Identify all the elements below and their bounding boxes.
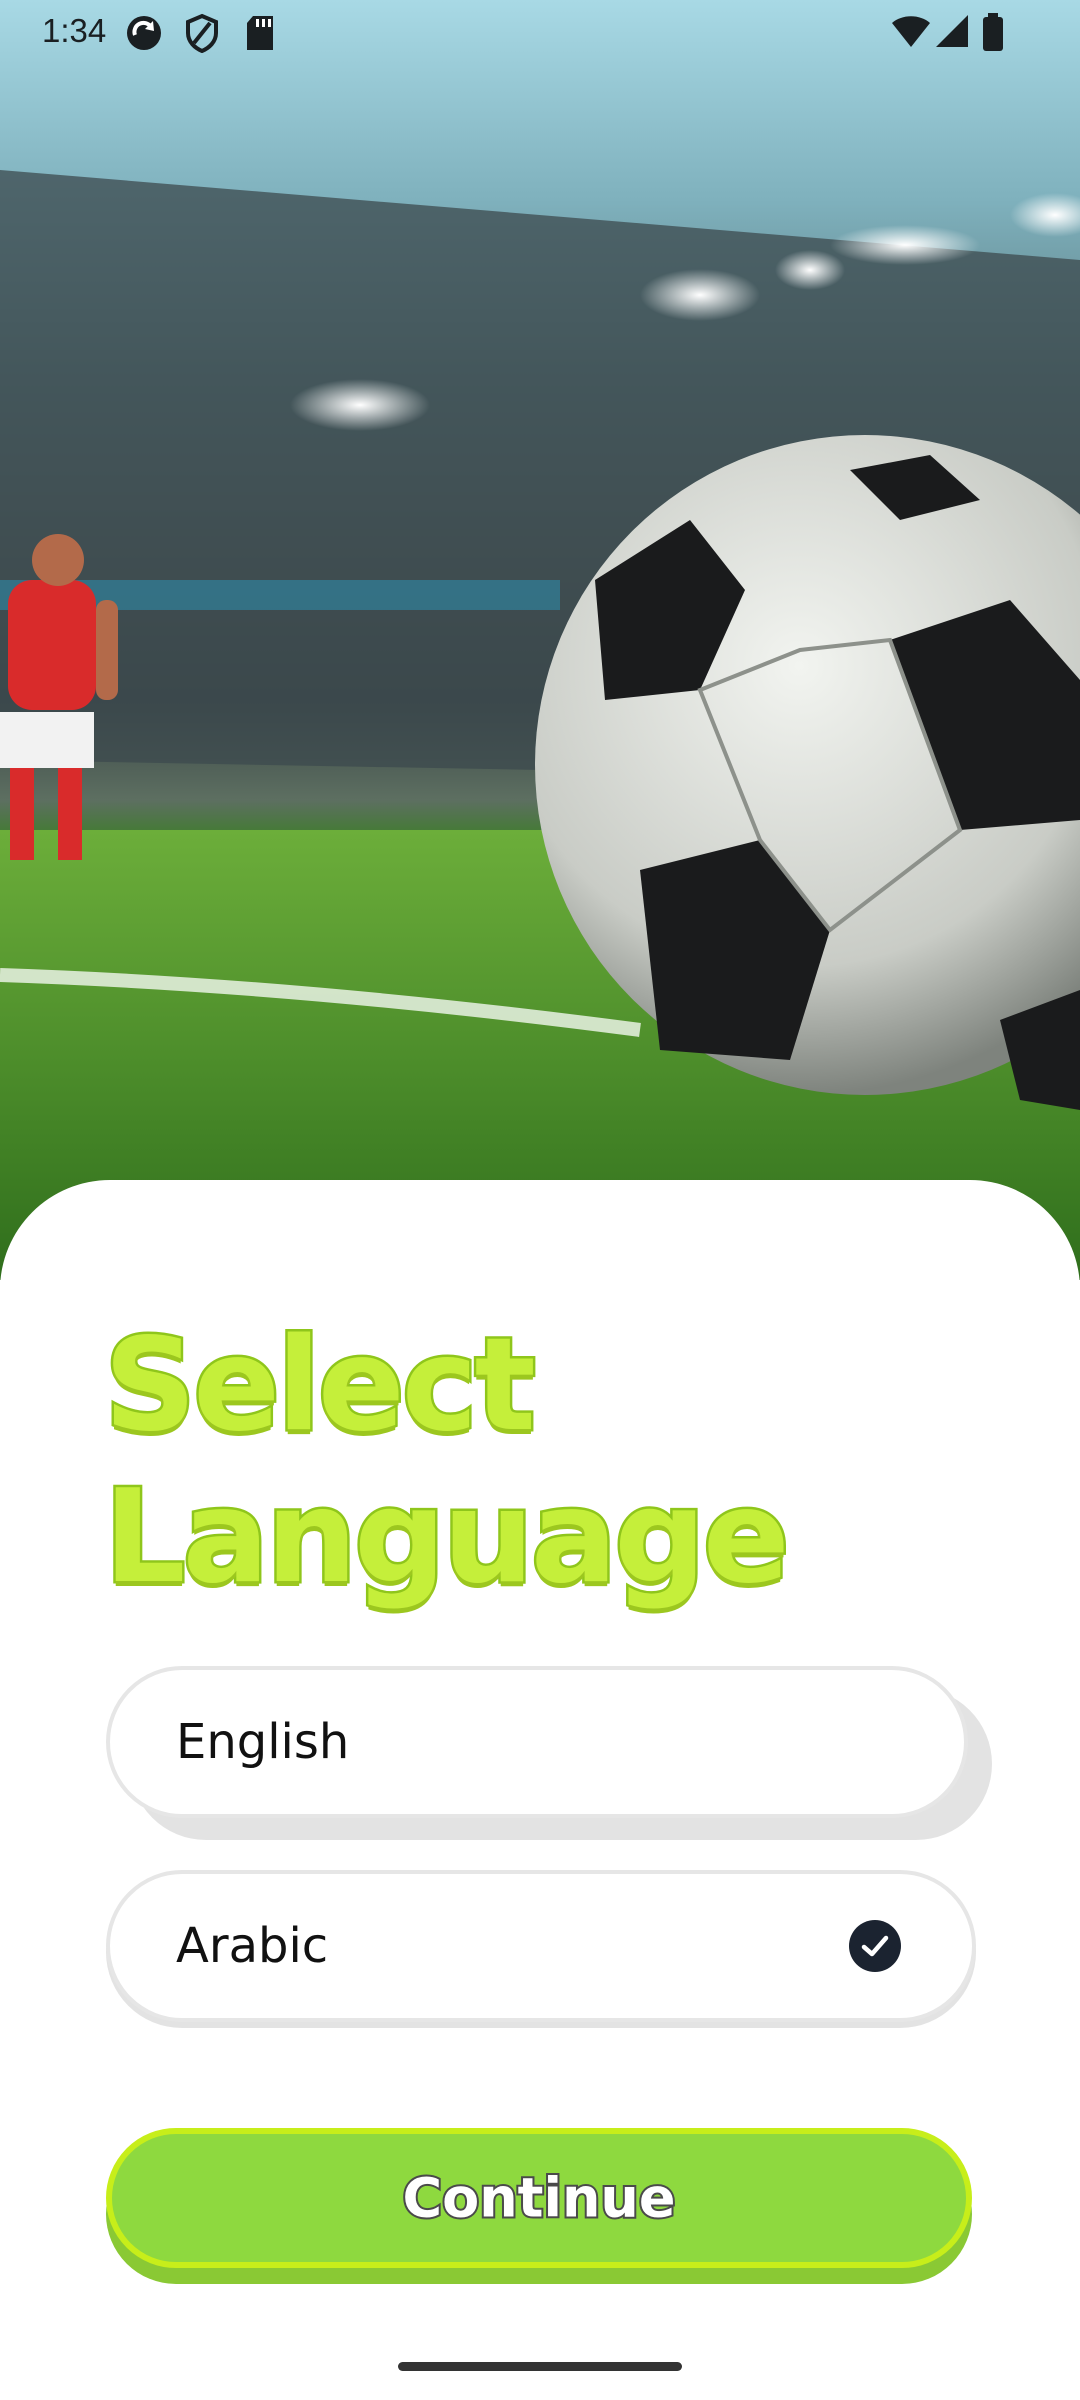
wifi-icon <box>892 16 930 47</box>
cellular-signal-icon <box>936 15 968 47</box>
language-option-english[interactable]: English <box>106 1666 968 1818</box>
language-option-label: Arabic <box>176 1918 329 1974</box>
battery-icon <box>983 13 1003 51</box>
home-indicator[interactable] <box>398 2362 682 2371</box>
language-option-label: English <box>176 1714 350 1770</box>
sd-card-icon <box>247 16 273 50</box>
title-line-2: Language <box>102 1461 793 1615</box>
continue-button-label: Continue <box>400 2165 677 2232</box>
check-circle-icon <box>849 1920 901 1972</box>
shield-icon <box>186 13 218 53</box>
title-line-1: Select <box>102 1309 539 1463</box>
hero-image <box>0 0 1080 1280</box>
language-sheet: Select Language English Arabic Continue <box>0 1180 1080 2400</box>
language-select-screen: 1:34 Select Language English Arabic Cont… <box>0 0 1080 2400</box>
status-time: 1:34 <box>42 12 107 49</box>
stadium-illustration <box>0 170 1080 1280</box>
status-bar: 1:34 <box>0 0 1080 64</box>
page-title: Select Language <box>102 1309 793 1615</box>
sync-icon <box>127 16 161 50</box>
language-option-arabic[interactable]: Arabic <box>106 1870 976 2022</box>
continue-button[interactable]: Continue <box>106 2128 972 2268</box>
